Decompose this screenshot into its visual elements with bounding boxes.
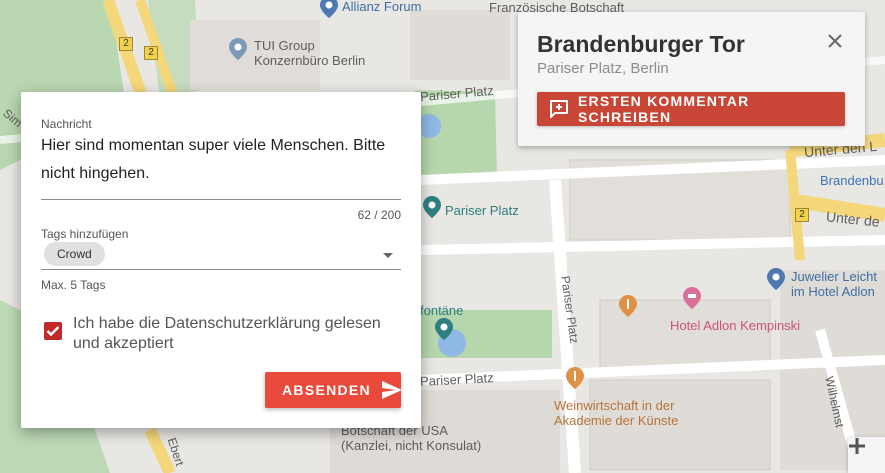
tags-hint: Max. 5 Tags	[41, 278, 106, 292]
map-pin-icon[interactable]	[435, 318, 453, 340]
tags-dropdown-button[interactable]	[381, 248, 395, 258]
write-first-comment-button[interactable]: ERSTEN KOMMENTAR SCHREIBEN	[537, 92, 845, 126]
message-label: Nachricht	[41, 117, 92, 131]
checkmark-icon	[46, 326, 60, 337]
write-first-comment-label: ERSTEN KOMMENTAR SCHREIBEN	[578, 93, 750, 125]
close-icon	[828, 34, 842, 48]
place-title: Brandenburger Tor	[537, 31, 745, 57]
road-badge: 2	[144, 46, 158, 60]
message-underline	[41, 199, 401, 200]
dropdown-arrow-icon	[383, 253, 393, 258]
zoom-in-button[interactable]	[848, 437, 885, 473]
map-pin-icon[interactable]	[229, 38, 247, 60]
comment-dialog: Nachricht Hier sind momentan super viele…	[21, 92, 421, 428]
submit-label: ABSENDEN	[282, 382, 371, 398]
tags-label: Tags hinzufügen	[41, 227, 129, 241]
restaurant-pin-icon[interactable]	[566, 367, 584, 389]
privacy-label[interactable]: Ich habe die Datenschutzerklärung gelese…	[73, 314, 393, 354]
map-label-allianz-forum[interactable]: Allianz Forum	[342, 0, 421, 14]
map-label-pariser-platz-poi[interactable]: Pariser Platz	[445, 203, 519, 218]
map-label-fontaene: fontäne	[420, 303, 464, 318]
tags-underline	[41, 269, 401, 270]
map-label-hotel-adlon[interactable]: Hotel Adlon Kempinski	[670, 318, 800, 333]
add-comment-icon	[548, 98, 570, 120]
place-address: Pariser Platz, Berlin	[537, 60, 669, 77]
road-badge: 2	[795, 208, 809, 222]
hotel-pin-icon[interactable]	[683, 287, 701, 309]
map-label-tui-group[interactable]: TUI Group Konzernbüro Berlin	[254, 38, 365, 68]
map-label-brandenburger-right[interactable]: Brandenbu	[820, 173, 884, 188]
map-pin-icon[interactable]	[320, 0, 338, 18]
place-info-card: Brandenburger Tor Pariser Platz, Berlin …	[518, 12, 865, 146]
send-icon	[381, 379, 403, 401]
map-pin-icon[interactable]	[423, 196, 441, 218]
restaurant-pin-icon[interactable]	[619, 295, 637, 317]
map-label-juwelier[interactable]: Juwelier Leicht im Hotel Adlon	[791, 269, 877, 299]
plus-icon	[849, 438, 865, 454]
tag-chip[interactable]: Crowd	[44, 242, 105, 266]
road-badge: 2	[119, 37, 133, 51]
close-button[interactable]	[824, 30, 846, 52]
privacy-checkbox[interactable]	[44, 322, 62, 340]
shopping-pin-icon[interactable]	[767, 268, 785, 290]
map-label-weinwirtschaft[interactable]: Weinwirtschaft in der Akademie der Künst…	[554, 398, 678, 428]
submit-button[interactable]: ABSENDEN	[265, 372, 403, 408]
message-char-counter: 62 / 200	[357, 208, 401, 222]
message-textarea[interactable]: Hier sind momentan super viele Menschen.…	[41, 132, 391, 188]
